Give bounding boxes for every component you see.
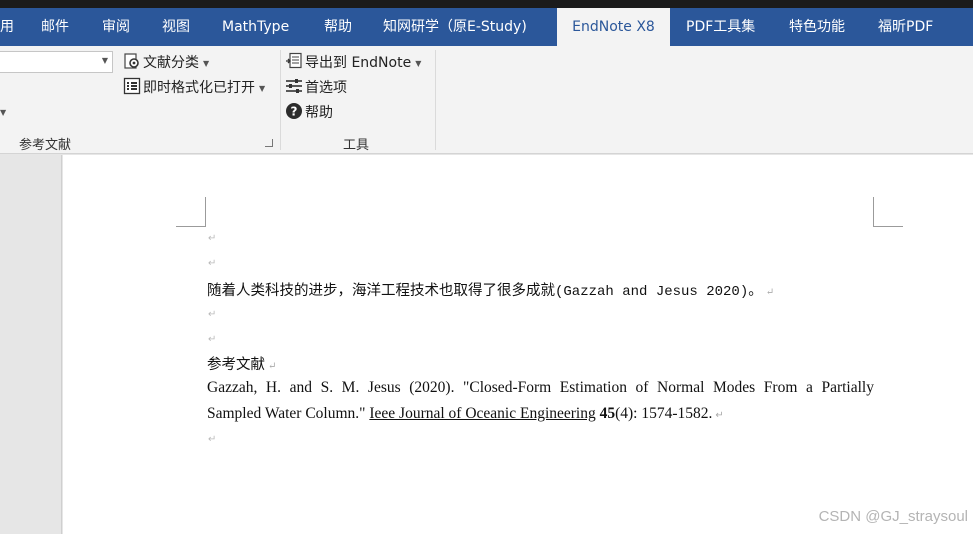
help-label: 帮助 xyxy=(305,105,333,121)
tab-pdf-tools[interactable]: PDF工具集 xyxy=(686,8,755,46)
preferences-button[interactable]: 首选项 xyxy=(285,77,347,99)
export-to-endnote-button[interactable]: 导出到 EndNote ▼ xyxy=(285,52,421,74)
reference-journal: Ieee Journal of Oceanic Engineering xyxy=(369,405,596,422)
reference-title-end: Sampled Water Column." xyxy=(207,405,366,422)
citation[interactable]: (Gazzah and Jesus 2020) xyxy=(555,284,748,300)
chevron-down-icon: ▼ xyxy=(101,56,108,65)
margin-corner-mark xyxy=(176,197,206,227)
tab-use[interactable]: 用 xyxy=(0,8,14,46)
gear-document-icon xyxy=(123,52,141,74)
style-dropdown[interactable]: ▼ xyxy=(0,51,113,73)
tab-help[interactable]: 帮助 xyxy=(324,8,352,46)
paragraph-mark: ↵ xyxy=(268,361,277,372)
tab-view[interactable]: 视图 xyxy=(162,8,190,46)
export-document-icon xyxy=(285,52,303,74)
watermark: CSDN @GJ_straysoul xyxy=(818,508,968,525)
references-heading-text: 参考文献 xyxy=(207,357,265,373)
help-icon: ? xyxy=(285,102,303,124)
tab-mailings[interactable]: 邮件 xyxy=(41,8,69,46)
margin-corner-mark xyxy=(873,197,903,227)
instant-formatting-button[interactable]: 即时格式化已打开 ▼ xyxy=(123,77,265,99)
categorize-references-button[interactable]: 文献分类 ▼ xyxy=(123,52,209,74)
sliders-icon xyxy=(285,77,303,99)
body-paragraph[interactable]: 随着人类科技的进步，海洋工程技术也取得了很多成就(Gazzah and Jesu… xyxy=(207,279,774,300)
list-format-icon xyxy=(123,77,141,99)
chevron-down-icon: ▼ xyxy=(415,58,422,68)
paragraph-mark: ↵ xyxy=(208,258,217,269)
tab-foxit-pdf[interactable]: 福昕PDF xyxy=(878,8,933,46)
reference-entry-line-1[interactable]: Gazzah, H. and S. M. Jesus (2020). "Clos… xyxy=(207,379,874,397)
ribbon-panel: ▼ ▼ 文献分类 ▼ 即时格式化已打开 ▼ 导出到 EndNote ▼ 首选项 ? 帮… xyxy=(0,46,973,154)
chevron-down-icon: ▼ xyxy=(259,83,266,93)
export-label: 导出到 EndNote xyxy=(305,55,412,71)
body-text: 随着人类科技的进步，海洋工程技术也取得了很多成就 xyxy=(207,283,555,299)
reference-entry-line-2[interactable]: Sampled Water Column." Ieee Journal of O… xyxy=(207,405,724,423)
group-divider xyxy=(280,50,281,150)
paragraph-mark: ↵ xyxy=(208,309,217,320)
group-label-citations: 参考文献 xyxy=(19,138,72,153)
instant-format-label: 即时格式化已打开 xyxy=(143,80,255,96)
group-divider xyxy=(435,50,436,150)
paragraph-mark: ↵ xyxy=(715,410,724,421)
body-end: 。 xyxy=(748,283,763,299)
tab-endnote-x8[interactable]: EndNote X8 xyxy=(557,8,670,46)
paragraph-mark: ↵ xyxy=(208,233,217,244)
paragraph-mark: ↵ xyxy=(208,434,217,445)
reference-volume: 45 xyxy=(599,405,616,422)
tab-cnki-estudy[interactable]: 知网研学（原E-Study) xyxy=(383,8,527,46)
tab-mathtype[interactable]: MathType xyxy=(222,8,289,46)
window-top-strip xyxy=(0,0,973,8)
svg-text:?: ? xyxy=(291,105,298,119)
ribbon-tab-bar: 用 邮件 审阅 视图 MathType 帮助 知网研学（原E-Study) En… xyxy=(0,8,973,46)
dialog-launcher-icon[interactable] xyxy=(265,139,273,147)
group-label-tools: 工具 xyxy=(343,138,370,153)
paragraph-mark: ↵ xyxy=(765,287,775,298)
paragraph-mark: ↵ xyxy=(208,334,217,345)
help-button[interactable]: ? 帮助 xyxy=(285,102,333,124)
tab-special-features[interactable]: 特色功能 xyxy=(789,8,845,46)
reference-pages: (4): 1574-1582. xyxy=(615,405,713,422)
categorize-label: 文献分类 xyxy=(143,55,199,71)
chevron-down-icon[interactable]: ▼ xyxy=(0,108,6,117)
references-heading[interactable]: 参考文献 ↵ xyxy=(207,353,276,374)
tab-review[interactable]: 审阅 xyxy=(102,8,130,46)
preferences-label: 首选项 xyxy=(305,80,347,96)
chevron-down-icon: ▼ xyxy=(203,58,210,68)
navigation-margin xyxy=(0,155,62,534)
